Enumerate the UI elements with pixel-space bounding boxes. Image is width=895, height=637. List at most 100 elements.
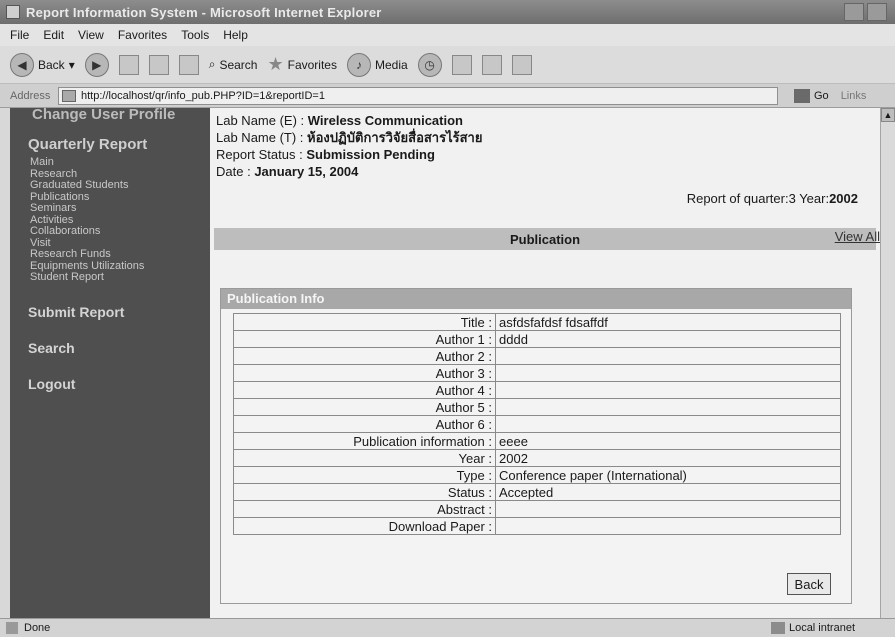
- field-value: asfdsfafdsf fdsaffdf: [495, 313, 841, 331]
- field-label: Author 6 :: [233, 415, 496, 433]
- main-content: Lab Name (E) : Wireless Communication La…: [210, 108, 880, 618]
- intranet-icon: [770, 622, 785, 634]
- media-button[interactable]: ♪ Media: [346, 52, 408, 77]
- chevron-down-icon[interactable]: ▾: [69, 58, 75, 72]
- table-row: Author 4 :: [233, 381, 841, 399]
- sidebar-quarterly-report[interactable]: Quarterly Report: [10, 136, 210, 153]
- field-value: eeee: [495, 432, 841, 450]
- back-button[interactable]: ◀ Back ▾: [10, 52, 75, 77]
- quarter-info: Report of quarter:3 Year:2002: [687, 191, 858, 206]
- back-label: Back: [38, 57, 65, 72]
- star-icon: ★: [267, 54, 284, 74]
- minimize-button[interactable]: [844, 3, 864, 21]
- history-icon[interactable]: ◷: [417, 52, 442, 77]
- vertical-scrollbar[interactable]: ▲: [880, 108, 895, 618]
- menu-tools[interactable]: Tools: [181, 28, 209, 42]
- field-label: Year :: [233, 449, 496, 467]
- table-row: Publication information : eeee: [233, 432, 841, 450]
- menu-favorites[interactable]: Favorites: [118, 28, 167, 42]
- favorites-label: Favorites: [287, 57, 337, 72]
- publication-table: Title : asfdsfafdsf fdsaffdf Author 1 : ddd…: [233, 313, 841, 535]
- favorites-button[interactable]: ★ Favorites: [267, 54, 337, 75]
- field-value: [495, 364, 841, 382]
- sidebar-item-research-funds[interactable]: Research Funds: [10, 248, 210, 261]
- field-label: Author 2 :: [233, 347, 496, 365]
- field-label: Author 3 :: [233, 364, 496, 382]
- publication-section-bar: Publication: [214, 228, 876, 250]
- scroll-up-icon[interactable]: ▲: [881, 108, 895, 122]
- sidebar-item-seminars[interactable]: Seminars: [10, 202, 210, 215]
- quarter-year: 2002: [829, 191, 858, 206]
- search-button[interactable]: ⌕ Search: [209, 57, 258, 72]
- sidebar-item-graduated-students[interactable]: Graduated Students: [10, 179, 210, 192]
- page-done-icon: [6, 622, 18, 634]
- field-label: Status :: [233, 483, 496, 501]
- publication-info-box: Publication Info Title : asfdsfafdsf fdsa…: [220, 288, 852, 604]
- field-label: Publication information :: [233, 432, 496, 450]
- report-status-label: Report Status :: [216, 147, 303, 162]
- links-label[interactable]: Links: [841, 90, 867, 102]
- stop-icon[interactable]: [118, 54, 139, 75]
- table-row: Author 2 :: [233, 347, 841, 365]
- menu-view[interactable]: View: [78, 28, 104, 42]
- table-row: Year :2002: [233, 449, 841, 467]
- field-value: [495, 415, 841, 433]
- field-value: [495, 347, 841, 365]
- home-icon[interactable]: [178, 54, 199, 75]
- toolbar: ◀ Back ▾ ▶ ⌕ Search ★ Favorites ♪ Media …: [0, 46, 895, 84]
- go-arrow-icon: [794, 88, 810, 103]
- go-button[interactable]: Go: [794, 88, 829, 103]
- address-input[interactable]: http://localhost/qr/info_pub.PHP?ID=1&re…: [58, 86, 778, 105]
- field-value: [495, 517, 841, 535]
- window-title: Report Information System - Microsoft In…: [26, 4, 382, 20]
- table-row: Title : asfdsfafdsf fdsaffdf: [233, 313, 841, 331]
- lab-t-label: Lab Name (T) :: [216, 130, 304, 145]
- menu-bar: File Edit View Favorites Tools Help: [0, 24, 895, 46]
- table-row: Author 3 :: [233, 364, 841, 382]
- field-value: Conference paper (International): [495, 466, 841, 484]
- sidebar-item-student-report[interactable]: Student Report: [10, 271, 210, 284]
- edit-icon[interactable]: [511, 54, 532, 75]
- field-label: Author 5 :: [233, 398, 496, 416]
- menu-edit[interactable]: Edit: [43, 28, 64, 42]
- field-label: Abstract :: [233, 500, 496, 518]
- field-label: Type :: [233, 466, 496, 484]
- table-row: Abstract :: [233, 500, 841, 518]
- forward-icon[interactable]: ▶: [84, 52, 109, 77]
- table-row: Author 6 :: [233, 415, 841, 433]
- field-label: Author 4 :: [233, 381, 496, 399]
- menu-file[interactable]: File: [10, 28, 29, 42]
- print-icon[interactable]: [481, 54, 502, 75]
- table-row: Status : Accepted: [233, 483, 841, 501]
- page-icon: [62, 89, 76, 102]
- mail-icon[interactable]: [451, 54, 472, 75]
- refresh-icon[interactable]: [148, 54, 169, 75]
- field-label: Download Paper :: [233, 517, 496, 535]
- window-title-bar: Report Information System - Microsoft In…: [0, 0, 895, 24]
- go-label: Go: [814, 89, 829, 102]
- maximize-button[interactable]: [867, 3, 887, 21]
- field-label: Author 1 :: [233, 330, 496, 348]
- sidebar-search[interactable]: Search: [10, 340, 210, 356]
- sidebar-item-change-profile[interactable]: Change User Profile: [10, 108, 210, 126]
- field-value: 2002: [495, 449, 841, 467]
- sidebar-item-main[interactable]: Main: [10, 156, 210, 169]
- view-all-link[interactable]: View All: [835, 229, 880, 244]
- address-bar: Address http://localhost/qr/info_pub.PHP…: [0, 84, 895, 108]
- table-row: Author 1 : dddd: [233, 330, 841, 348]
- sidebar-item-collaborations[interactable]: Collaborations: [10, 225, 210, 238]
- sidebar-submit-report[interactable]: Submit Report: [10, 304, 210, 320]
- media-label: Media: [374, 57, 408, 72]
- date-label: Date :: [216, 164, 251, 179]
- menu-help[interactable]: Help: [223, 28, 248, 42]
- status-text: Done: [24, 622, 51, 634]
- publication-info-header: Publication Info: [221, 289, 851, 309]
- sidebar-logout[interactable]: Logout: [10, 376, 210, 392]
- back-arrow-icon: ◀: [10, 52, 34, 77]
- field-label: Title :: [233, 313, 496, 331]
- table-row: Download Paper :: [233, 517, 841, 535]
- section-title: Publication: [509, 231, 581, 247]
- search-icon: ⌕: [208, 57, 216, 71]
- back-page-button[interactable]: Back: [787, 573, 831, 595]
- field-value: dddd: [495, 330, 841, 348]
